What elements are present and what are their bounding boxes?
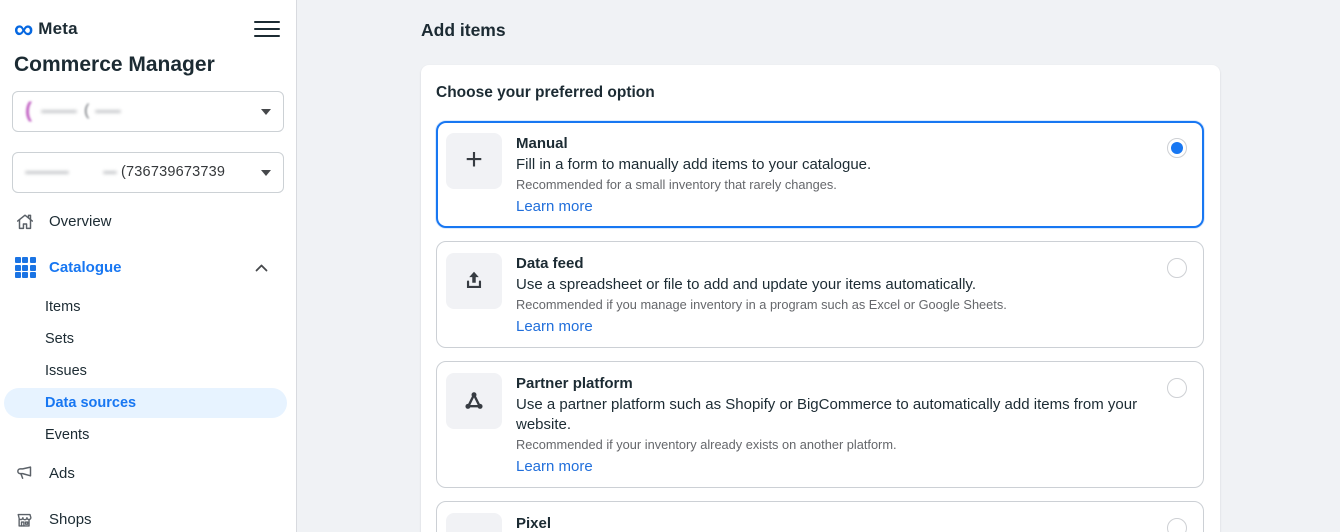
option-data-feed[interactable]: Data feed Use a spreadsheet or file to a…	[436, 241, 1204, 348]
sidebar-item-shops[interactable]: Shops	[0, 503, 296, 532]
home-icon	[14, 211, 36, 233]
learn-more-link[interactable]: Learn more	[516, 197, 593, 216]
redaction-blur	[103, 171, 117, 174]
business-selector-dropdown[interactable]: ( (	[12, 91, 284, 132]
plus-icon: +	[446, 133, 502, 189]
option-title: Partner platform	[516, 374, 1155, 394]
learn-more-link[interactable]: Learn more	[516, 457, 593, 476]
megaphone-icon	[14, 463, 36, 485]
upload-icon	[446, 253, 502, 309]
redaction-blur	[95, 110, 121, 113]
add-items-card: Choose your preferred option + Manual Fi…	[421, 65, 1220, 532]
radio-manual[interactable]	[1167, 138, 1187, 158]
chevron-up-icon[interactable]	[255, 264, 268, 272]
option-description: Use a partner platform such as Shopify o…	[516, 395, 1155, 435]
sidebar-item-label: Ads	[49, 466, 75, 481]
option-recommendation: Recommended for a small inventory that r…	[516, 176, 1155, 193]
menu-icon[interactable]	[254, 14, 280, 44]
option-pixel[interactable]: </> Pixel Use your Facebook pixel to aut…	[436, 501, 1204, 532]
catalogue-submenu: Items Sets Issues Data sources Events	[0, 291, 296, 451]
sidebar-item-overview[interactable]: Overview	[0, 205, 296, 239]
meta-logo[interactable]: ∞ Meta	[14, 19, 78, 39]
option-title: Manual	[516, 134, 1155, 154]
sidebar-item-label: Shops	[49, 512, 92, 527]
redaction-blur	[41, 110, 77, 113]
sidebar-item-label: Catalogue	[49, 260, 122, 275]
sidebar-item-issues[interactable]: Issues	[0, 355, 296, 387]
catalogue-selector-dropdown[interactable]: (736739673739	[12, 152, 284, 193]
sidebar: ∞ Meta Commerce Manager ( ( (73673967373…	[0, 0, 297, 532]
redaction-blur	[25, 171, 69, 174]
option-recommendation: Recommended if you manage inventory in a…	[516, 296, 1155, 313]
catalogue-id-text: (736739673739	[121, 164, 225, 180]
sidebar-item-events[interactable]: Events	[0, 419, 296, 451]
storefront-icon	[14, 509, 36, 531]
meta-infinity-icon: ∞	[14, 19, 33, 39]
option-description: Fill in a form to manually add items to …	[516, 155, 1155, 175]
option-list: + Manual Fill in a form to manually add …	[436, 121, 1204, 532]
grid-icon	[14, 257, 36, 279]
redacted-business-name: (	[25, 99, 32, 123]
redacted-text: (	[84, 102, 89, 120]
option-title: Pixel	[516, 514, 1155, 532]
sidebar-item-catalogue[interactable]: Catalogue	[0, 251, 296, 285]
card-title: Choose your preferred option	[436, 83, 1204, 103]
main-content: Add items Choose your preferred option +…	[297, 0, 1340, 532]
code-icon: </>	[446, 513, 502, 532]
caret-down-icon	[261, 170, 271, 176]
sidebar-item-sets[interactable]: Sets	[0, 323, 296, 355]
option-recommendation: Recommended if your inventory already ex…	[516, 436, 1155, 453]
option-title: Data feed	[516, 254, 1155, 274]
radio-pixel[interactable]	[1167, 518, 1187, 532]
page-title: Add items	[421, 20, 1340, 40]
sidebar-item-data-sources[interactable]: Data sources	[4, 388, 287, 418]
radio-partner-platform[interactable]	[1167, 378, 1187, 398]
sidebar-item-ads[interactable]: Ads	[0, 457, 296, 491]
option-description: Use a spreadsheet or file to add and upd…	[516, 275, 1155, 295]
network-icon	[446, 373, 502, 429]
sidebar-item-label: Overview	[49, 214, 112, 229]
caret-down-icon	[261, 109, 271, 115]
learn-more-link[interactable]: Learn more	[516, 317, 593, 336]
sidebar-nav: Overview Catalogue Items Sets Issues Dat…	[0, 205, 296, 532]
app-title: Commerce Manager	[14, 53, 296, 77]
option-manual[interactable]: + Manual Fill in a form to manually add …	[436, 121, 1204, 228]
radio-data-feed[interactable]	[1167, 258, 1187, 278]
sidebar-item-items[interactable]: Items	[0, 291, 296, 323]
meta-logo-text: Meta	[38, 19, 78, 39]
option-partner-platform[interactable]: Partner platform Use a partner platform …	[436, 361, 1204, 488]
